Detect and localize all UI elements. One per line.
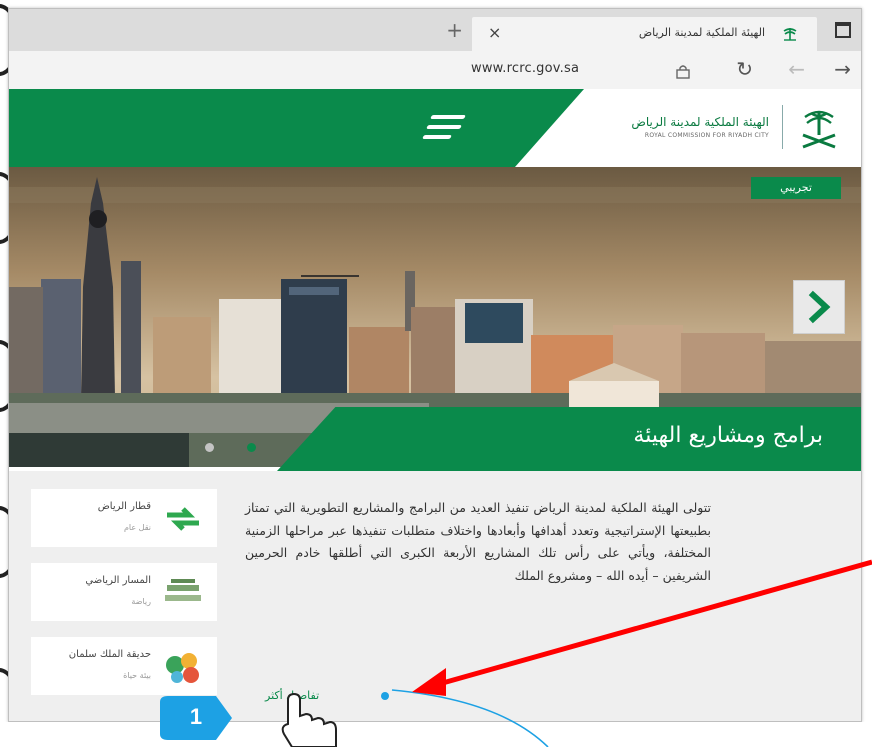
card-subtitle: نقل عام — [123, 523, 151, 532]
page-bottom — [0, 722, 872, 747]
card-title: حديقة الملك سلمان — [68, 649, 151, 660]
palm-favicon-icon — [783, 28, 797, 41]
banner-title: برامج ومشاريع الهيئة — [633, 423, 823, 448]
park-logo-icon — [166, 653, 199, 683]
screenshot-frame: الهيئة الملكية لمدينة الرياض × + → ← ↻ w… — [0, 0, 872, 747]
card-title: المسار الرياضي — [85, 575, 151, 586]
card-title: قطار الرياض — [97, 501, 151, 512]
section-paragraph: تتولى الهيئة الملكية لمدينة الرياض تنفيذ… — [245, 500, 711, 583]
card-subtitle: رياضة — [131, 597, 151, 606]
title-bar: الهيئة الملكية لمدينة الرياض × + — [9, 9, 861, 51]
project-card[interactable]: قطار الرياض نقل عام — [31, 489, 217, 547]
address-bar: → ← ↻ www.rcrc.gov.sa — [9, 51, 861, 90]
more-link-bullet — [381, 692, 389, 700]
more-details-link[interactable]: تفاصيل أكثر — [265, 689, 319, 702]
url-field[interactable]: www.rcrc.gov.sa — [471, 61, 579, 76]
section-banner: برامج ومشاريع الهيئة — [277, 407, 861, 471]
sports-track-icon — [165, 579, 201, 601]
logo-english: ROYAL COMMISSION FOR RIYADH CITY — [644, 132, 769, 139]
browser-window: الهيئة الملكية لمدينة الرياض × + → ← ↻ w… — [8, 8, 862, 722]
project-card[interactable]: حديقة الملك سلمان بيئة حياة — [31, 637, 217, 695]
window-restore-icon[interactable] — [835, 22, 851, 38]
slider-dot[interactable] — [205, 443, 214, 452]
train-icon — [167, 507, 199, 531]
site-header: الهيئة الملكية لمدينة الرياض ROYAL COMMI… — [9, 89, 861, 167]
new-tab-button[interactable]: + — [446, 18, 463, 42]
lock-icon[interactable] — [675, 63, 691, 79]
logo-arabic: الهيئة الملكية لمدينة الرياض — [631, 115, 769, 129]
slider-dot-active[interactable] — [247, 443, 256, 452]
chevron-right-icon — [808, 290, 831, 324]
site-logo-text[interactable]: الهيئة الملكية لمدينة الرياض ROYAL COMMI… — [631, 115, 769, 139]
forward-icon[interactable]: ← — [788, 57, 805, 81]
slider-next-button[interactable] — [793, 280, 845, 334]
browser-tab[interactable]: الهيئة الملكية لمدينة الرياض × — [472, 17, 817, 51]
step-number: 1 — [189, 704, 203, 729]
close-tab-icon[interactable]: × — [488, 23, 501, 42]
card-subtitle: بيئة حياة — [123, 671, 151, 680]
saudi-emblem-icon[interactable] — [791, 101, 847, 157]
hero-tag: تجريبي — [751, 177, 841, 199]
refresh-icon[interactable]: ↻ — [736, 57, 753, 81]
slider-dots — [185, 435, 285, 465]
tab-title: الهيئة الملكية لمدينة الرياض — [638, 26, 765, 39]
header-green-band — [9, 89, 584, 167]
project-card[interactable]: المسار الرياضي رياضة — [31, 563, 217, 621]
menu-hamburger-icon[interactable] — [421, 113, 467, 143]
logo-divider — [782, 105, 783, 149]
back-icon[interactable]: → — [834, 57, 851, 81]
